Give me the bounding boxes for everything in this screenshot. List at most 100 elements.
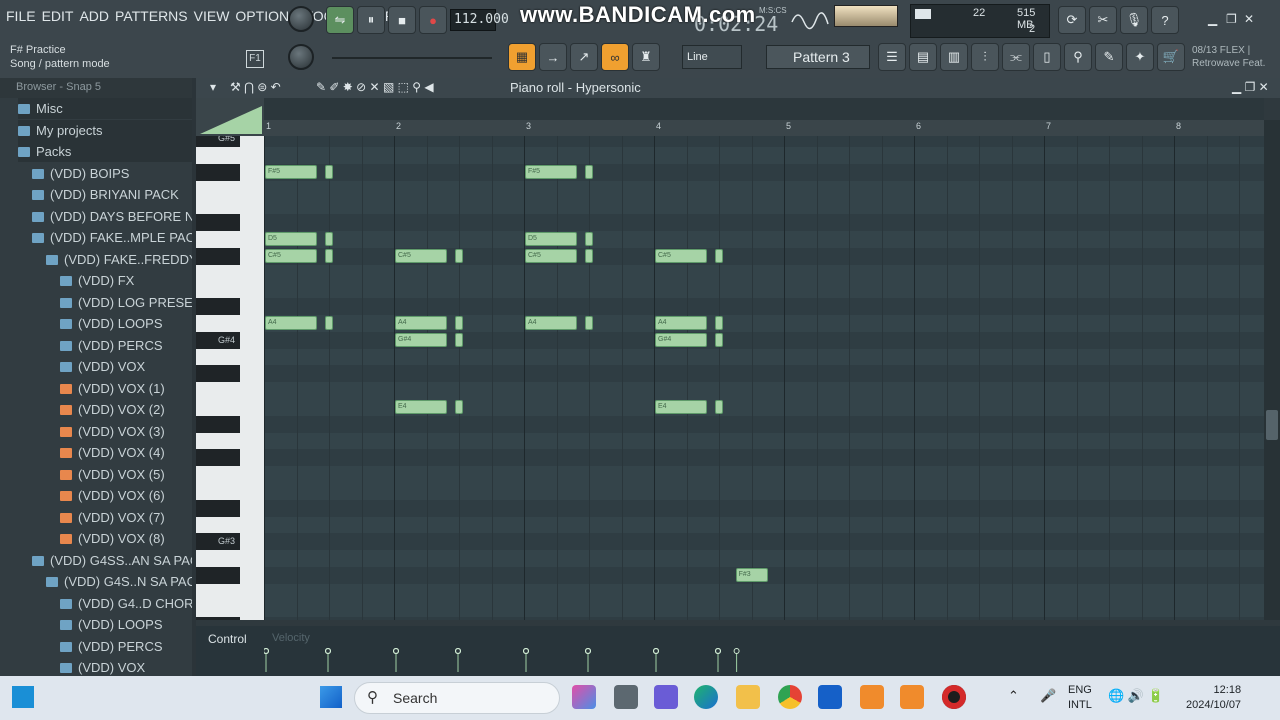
fl-studio-icon[interactable] <box>860 685 884 709</box>
velocity-handle[interactable] <box>455 648 461 654</box>
task-view-icon[interactable] <box>614 685 638 709</box>
browser-header[interactable]: Browser - Snap 5 <box>0 78 192 98</box>
browser-item[interactable]: (VDD) PERCS <box>60 636 192 657</box>
browser-item[interactable]: (VDD) VOX (1) <box>60 378 192 399</box>
copilot-icon[interactable] <box>572 685 596 709</box>
teams-icon[interactable] <box>654 685 678 709</box>
note-grid[interactable]: F#5 F#5 D5 D5 C#5 C#5 C#5 C#5 A4 A4 A4 A4 G#4 G#4 E4 E4… <box>264 136 1264 620</box>
arrow-right-icon[interactable]: → <box>539 43 567 71</box>
note-short[interactable] <box>455 332 463 347</box>
note-short[interactable] <box>585 164 593 179</box>
piano-roll-snap-icon[interactable]: ▦ <box>508 43 536 71</box>
shop-icon[interactable]: 🛒 <box>1157 43 1185 71</box>
browser-item[interactable]: (VDD) VOX <box>60 356 192 377</box>
browser-item[interactable]: (VDD) VOX (3) <box>60 421 192 442</box>
note-short[interactable] <box>715 332 723 347</box>
octave-key-label[interactable]: G#3 <box>196 533 240 551</box>
velocity-handle[interactable] <box>523 648 529 654</box>
channel-rack-icon[interactable]: ▥ <box>940 43 968 71</box>
help-icon[interactable]: ? <box>1151 6 1179 34</box>
tray-mic-icon[interactable]: 🎤 <box>1040 688 1056 704</box>
note[interactable]: C#5 <box>265 248 317 263</box>
browser-item[interactable]: (VDD) FX <box>60 270 192 291</box>
note-short[interactable] <box>325 164 333 179</box>
note[interactable]: A4 <box>525 315 577 330</box>
bandicam-icon[interactable] <box>942 685 966 709</box>
fl-studio-active-icon[interactable] <box>900 685 924 709</box>
note[interactable]: E4 <box>395 399 447 414</box>
note[interactable]: F#5 <box>525 164 577 179</box>
browser-item[interactable]: (VDD) VOX (7) <box>60 507 192 528</box>
velocity-lane[interactable] <box>264 626 1264 676</box>
tray-network-icon[interactable]: 🌐 🔊 🔋 <box>1108 688 1164 704</box>
black-key[interactable] <box>196 247 240 265</box>
note[interactable]: A4 <box>655 315 707 330</box>
event-editor[interactable]: Control Velocity <box>196 626 1280 676</box>
browser-item[interactable]: My projects <box>18 119 192 141</box>
note-short[interactable] <box>455 399 463 414</box>
pr-menu-icon[interactable]: ▾ <box>210 80 216 94</box>
browser-item[interactable]: (VDD) VOX (8) <box>60 528 192 549</box>
note-short[interactable] <box>715 315 723 330</box>
tools-icon[interactable]: ✂ <box>1089 6 1117 34</box>
close-icon[interactable]: ✕ <box>1244 12 1254 26</box>
browser-item[interactable]: (VDD) VOX (5) <box>60 464 192 485</box>
note[interactable]: D5 <box>525 231 577 246</box>
brush-icon[interactable]: ✎ <box>1095 43 1123 71</box>
note[interactable]: C#5 <box>655 248 707 263</box>
tree-icon[interactable]: ⫘ <box>1002 43 1030 71</box>
black-key[interactable] <box>196 365 240 383</box>
note[interactable]: E4 <box>655 399 707 414</box>
pattern-selector[interactable]: Pattern 3 <box>766 45 870 69</box>
browser-item[interactable]: (VDD) LOOPS <box>60 313 192 334</box>
master-pitch-slider[interactable] <box>332 57 492 59</box>
black-key[interactable] <box>196 415 240 433</box>
note[interactable]: F#5 <box>265 164 317 179</box>
note-short[interactable] <box>585 315 593 330</box>
chrome-icon[interactable] <box>778 685 802 709</box>
black-key[interactable] <box>196 163 240 181</box>
black-key[interactable] <box>196 214 240 231</box>
main-pitch-knob[interactable] <box>288 44 314 70</box>
piano-keyboard[interactable]: G#5 G#4 G#3 <box>196 136 264 620</box>
browser-item[interactable]: (VDD) VOX <box>60 657 192 678</box>
black-key[interactable] <box>196 617 240 620</box>
refresh-icon[interactable]: ⟳ <box>1058 6 1086 34</box>
note[interactable]: F#3 <box>735 567 769 582</box>
system-clock[interactable]: 12:18 2024/10/07 <box>1186 683 1241 713</box>
note-short[interactable] <box>715 399 723 414</box>
octave-key-label[interactable]: G#4 <box>196 331 240 349</box>
browser-item[interactable]: (VDD) FAKE..MPLE PACK <box>32 227 192 248</box>
browser-item[interactable]: (VDD) G4S..N SA PACK <box>46 571 192 592</box>
browser-item[interactable]: (VDD) VOX (4) <box>60 442 192 463</box>
tray-chevron-icon[interactable]: ⌃ <box>1008 688 1019 704</box>
metronome-icon[interactable]: ♜ <box>632 43 660 71</box>
black-key[interactable] <box>196 499 240 517</box>
velocity-handle[interactable] <box>264 648 269 654</box>
time-ruler[interactable]: 1 2 3 4 5 6 7 8 <box>264 120 1264 136</box>
note-short[interactable] <box>585 231 593 246</box>
note-short[interactable] <box>715 248 723 263</box>
start-icon[interactable] <box>320 686 342 708</box>
browser-item[interactable]: (VDD) DAYS BEFORE NKABI <box>32 206 192 227</box>
song-mode-button[interactable]: ⇋ <box>326 6 354 34</box>
browser-item[interactable]: (VDD) VOX (6) <box>60 485 192 506</box>
velocity-handle[interactable] <box>733 648 740 654</box>
browser-item[interactable]: (VDD) G4SS..AN SA PACK <box>32 550 192 571</box>
menu-file[interactable]: FILE <box>6 8 36 24</box>
note-short[interactable] <box>455 315 463 330</box>
velocity-handle[interactable] <box>653 648 659 654</box>
velocity-handle[interactable] <box>585 648 591 654</box>
scroll-thumb[interactable] <box>1266 410 1278 440</box>
note[interactable]: C#5 <box>525 248 577 263</box>
vertical-scrollbar[interactable] <box>1264 120 1280 620</box>
black-key[interactable] <box>196 566 240 584</box>
restore-icon[interactable]: ❐ <box>1226 12 1237 26</box>
taskbar-search[interactable]: ⚲ Search <box>354 682 560 714</box>
black-key[interactable] <box>196 298 240 315</box>
menu-patterns[interactable]: PATTERNS <box>115 8 188 24</box>
velocity-handle[interactable] <box>325 648 331 654</box>
note[interactable]: A4 <box>265 315 317 330</box>
news-panel[interactable]: 08/13 FLEX | Retrowave Feat. <box>1192 44 1265 70</box>
velocity-handle[interactable] <box>393 648 399 654</box>
